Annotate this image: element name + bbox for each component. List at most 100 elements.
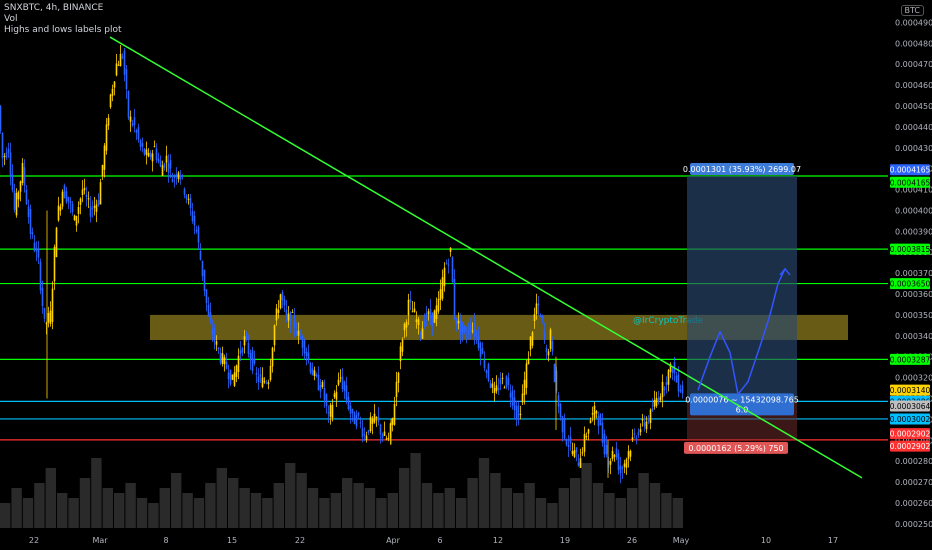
volume-bar xyxy=(456,498,467,528)
candle-body xyxy=(189,197,192,208)
candle-body xyxy=(303,340,306,354)
candle-body xyxy=(529,336,532,350)
volume-bar xyxy=(307,488,319,528)
symbol-title[interactable]: SNXBTC, 4h, BINANCE xyxy=(4,3,122,14)
candle-body xyxy=(259,374,262,377)
candle-body xyxy=(571,450,574,455)
volume-bar xyxy=(171,473,182,528)
candle-body xyxy=(153,146,156,148)
candle-body xyxy=(299,336,302,339)
x-tick-label: 15 xyxy=(227,536,237,545)
candle-body xyxy=(231,374,234,380)
candle-body xyxy=(35,250,38,252)
candle-body xyxy=(369,416,372,432)
candle-body xyxy=(263,381,266,383)
candle-body xyxy=(391,417,394,425)
y-tick-label: 0.0004300 xyxy=(895,144,932,153)
candle-body xyxy=(257,376,260,382)
volume-bar xyxy=(34,483,45,528)
candle-body xyxy=(279,294,282,309)
volume-bar xyxy=(193,498,205,528)
candle-body xyxy=(161,165,164,176)
candle-body xyxy=(633,433,636,435)
candle-body xyxy=(243,336,246,346)
candle-body xyxy=(433,310,436,323)
candle-body xyxy=(355,415,358,427)
volume-bar xyxy=(581,463,592,528)
candle-body xyxy=(255,372,258,375)
candle-body xyxy=(349,405,352,414)
candle-body xyxy=(499,379,502,385)
candle-body xyxy=(111,88,114,96)
volume-indicator-label[interactable]: Vol xyxy=(4,14,122,25)
volume-bar xyxy=(11,488,22,528)
candle-body xyxy=(37,248,40,258)
candle-body xyxy=(15,192,18,216)
candle-body xyxy=(75,215,78,226)
volume-bar xyxy=(421,483,433,528)
currency-badge: BTC xyxy=(900,5,924,16)
candle-body xyxy=(209,312,212,322)
candle-body xyxy=(599,414,602,426)
candle-body xyxy=(297,330,300,336)
candle-body xyxy=(413,308,416,313)
volume-bar xyxy=(262,498,273,528)
time-axis[interactable]: 22 Mar 8 15 22 Apr 6 12 19 26 May 10 17 xyxy=(29,536,838,545)
candle-body xyxy=(175,174,178,178)
candle-body xyxy=(215,341,218,345)
price-label: 0.0003650 xyxy=(890,280,931,289)
candle-body xyxy=(43,307,46,319)
volume-bar xyxy=(467,478,478,528)
candle-body xyxy=(307,352,310,360)
y-tick-label: 0.0002500 xyxy=(895,520,932,529)
candle-body xyxy=(177,172,180,180)
candle-body xyxy=(201,260,204,277)
candle-body xyxy=(527,358,530,365)
candle-body xyxy=(83,187,86,191)
candle-body xyxy=(179,175,182,180)
volume-bar xyxy=(57,493,68,528)
candle-body xyxy=(241,348,244,353)
candle-body xyxy=(459,318,462,335)
volume-bar xyxy=(239,488,250,528)
candle-body xyxy=(67,196,70,202)
candle-body xyxy=(227,372,230,380)
candle-body xyxy=(79,198,82,205)
volume-bar xyxy=(513,493,524,528)
target-label: 0.0001301 (35.93%) 2699.07 xyxy=(683,165,801,174)
volume-bar xyxy=(615,498,626,528)
candle-body xyxy=(605,444,608,455)
long-position-tool[interactable]: 0.0001301 (35.93%) 2699.07 0.0000076 ~ 15… xyxy=(683,162,801,454)
candle-body xyxy=(267,382,270,385)
candle-body xyxy=(77,207,80,214)
candle-body xyxy=(533,314,536,322)
candle-body xyxy=(295,330,298,335)
entry-label: 0.0000076 ~ 15432098.765 xyxy=(685,395,799,404)
candle-body xyxy=(397,372,400,383)
candle-body xyxy=(351,408,354,414)
price-chart[interactable]: @IrCryptoTrade 0.0001301 (35.93%) 2699.0… xyxy=(0,0,932,550)
highs-lows-indicator-label[interactable]: Highs and lows labels plot xyxy=(4,25,122,36)
price-axis[interactable]: 0.0004900 0.0004800 0.0004700 0.0004600 0.00… xyxy=(895,18,932,528)
candle-body xyxy=(481,348,484,354)
volume-bar xyxy=(604,493,615,528)
candle-body xyxy=(559,403,562,418)
candle-body xyxy=(325,394,328,407)
candle-body xyxy=(509,392,512,398)
candle-body xyxy=(239,350,242,354)
candle-body xyxy=(473,322,476,337)
candle-body xyxy=(489,383,492,388)
candle-body xyxy=(137,127,140,140)
candle-body xyxy=(627,451,630,460)
candle-body xyxy=(49,310,52,324)
y-tick-label: 0.0002700 xyxy=(895,478,932,487)
candle-body xyxy=(165,155,168,163)
candle-body xyxy=(645,421,648,430)
candle-body xyxy=(395,381,398,398)
candle-body xyxy=(207,304,210,317)
candle-body xyxy=(53,246,56,282)
candle-body xyxy=(85,194,88,198)
candle-body xyxy=(623,463,626,467)
candle-body xyxy=(211,328,214,335)
y-tick-label: 0.0002600 xyxy=(895,499,932,508)
